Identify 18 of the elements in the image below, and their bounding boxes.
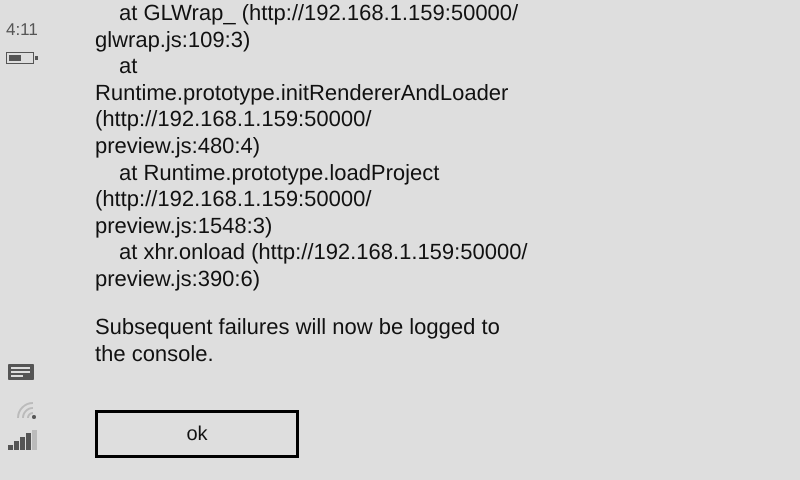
signal-icon [8, 430, 38, 450]
trace-line: preview.js:390:6) [95, 266, 260, 293]
trace-line: (http://192.168.1.159:50000/ [95, 186, 372, 213]
trace-line: (http://192.168.1.159:50000/ [95, 106, 372, 133]
wifi-icon [16, 401, 38, 419]
trace-line: at GLWrap_ (http://192.168.1.159:50000/ [118, 0, 518, 27]
message-icon [8, 364, 34, 380]
trace-line: at xhr.onload (http://192.168.1.159:50000/ [118, 239, 528, 266]
trace-line: glwrap.js:109:3) [95, 26, 250, 54]
ok-button[interactable]: ok [95, 410, 299, 458]
trace-line: preview.js:1548:3) [95, 212, 272, 240]
clock-text: 4:11 [6, 20, 38, 40]
battery-icon [6, 52, 38, 64]
message-text: Subsequent failures will now be logged to the console. [95, 312, 501, 367]
trace-line: at [118, 53, 138, 80]
trace-line: Runtime.prototype.initRendererAndLoader [95, 80, 508, 106]
trace-line: preview.js:480:4) [95, 132, 260, 160]
trace-line: at Runtime.prototype.loadProject [118, 160, 440, 186]
